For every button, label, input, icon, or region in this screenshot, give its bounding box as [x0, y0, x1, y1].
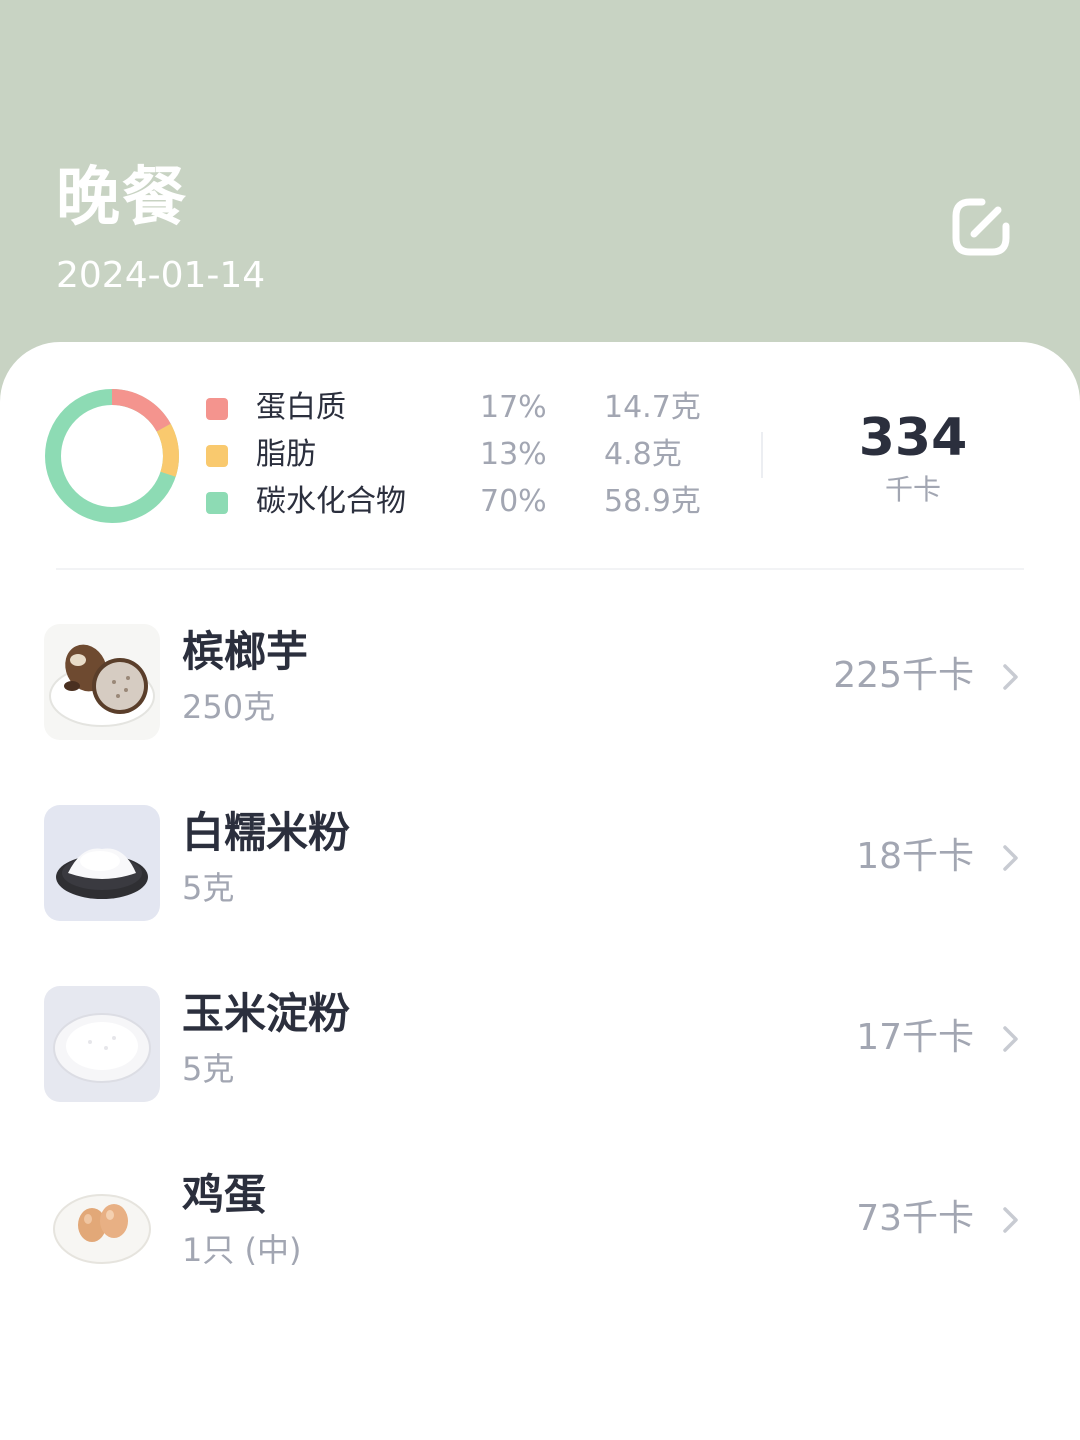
food-amount: 1只 (中) [182, 1231, 302, 1269]
chevron-right-icon [1003, 664, 1018, 690]
egg-image [44, 1167, 160, 1283]
summary-divider [761, 432, 763, 478]
meal-card: 蛋白质 17% 14.7克 脂肪 13% 4.8克 碳水化合物 70% 58.9… [0, 342, 1080, 1440]
food-calories: 225千卡 [833, 655, 974, 696]
food-calories: 18千卡 [856, 836, 974, 877]
macro-percent: 13% [480, 437, 547, 472]
corn-starch-image [44, 986, 160, 1102]
macro-row-fat: 脂肪 13% 4.8克 [204, 433, 724, 477]
macro-name: 碳水化合物 [256, 484, 406, 519]
food-name: 槟榔芋 [182, 627, 309, 676]
section-divider [56, 568, 1024, 570]
food-item[interactable]: 鸡蛋 1只 (中) 73千卡 [0, 1125, 1080, 1305]
macro-row-carbs: 碳水化合物 70% 58.9克 [204, 480, 724, 524]
food-name: 鸡蛋 [182, 1170, 267, 1219]
edit-icon [952, 198, 1010, 256]
food-amount: 250克 [182, 688, 276, 726]
food-item[interactable]: 玉米淀粉 5克 17千卡 [0, 944, 1080, 1124]
macro-name: 蛋白质 [256, 390, 346, 425]
food-name: 白糯米粉 [182, 808, 351, 857]
food-item[interactable]: 白糯米粉 5克 18千卡 [0, 763, 1080, 943]
protein-color-dot [206, 398, 228, 420]
macro-grams: 14.7克 [604, 390, 701, 425]
chevron-right-icon [1003, 1207, 1018, 1233]
fat-color-dot [206, 445, 228, 467]
glutinous-rice-flour-image [44, 805, 160, 921]
macro-percent: 17% [480, 390, 547, 425]
nutrition-summary: 蛋白质 17% 14.7克 脂肪 13% 4.8克 碳水化合物 70% 58.9… [0, 342, 1080, 570]
carbs-color-dot [206, 492, 228, 514]
total-calories-unit: 千卡 [884, 473, 941, 506]
macro-name: 脂肪 [256, 437, 316, 472]
total-calories: 334 [858, 408, 968, 468]
edit-button[interactable] [948, 194, 1014, 260]
meal-title: 晚餐 [56, 161, 188, 235]
macro-grams: 58.9克 [604, 484, 701, 519]
macro-grams: 4.8克 [604, 437, 682, 472]
food-calories: 17千卡 [856, 1017, 974, 1058]
meal-date: 2024-01-14 [56, 255, 266, 296]
macro-donut-chart [45, 389, 179, 523]
food-amount: 5克 [182, 869, 235, 907]
food-amount: 5克 [182, 1050, 235, 1088]
macro-row-protein: 蛋白质 17% 14.7克 [204, 386, 724, 430]
food-item[interactable]: 槟榔芋 250克 225千卡 [0, 582, 1080, 762]
taro-image [44, 624, 160, 740]
chevron-right-icon [1003, 845, 1018, 871]
macro-percent: 70% [480, 484, 547, 519]
food-calories: 73千卡 [856, 1198, 974, 1239]
food-name: 玉米淀粉 [182, 989, 351, 1038]
chevron-right-icon [1003, 1026, 1018, 1052]
